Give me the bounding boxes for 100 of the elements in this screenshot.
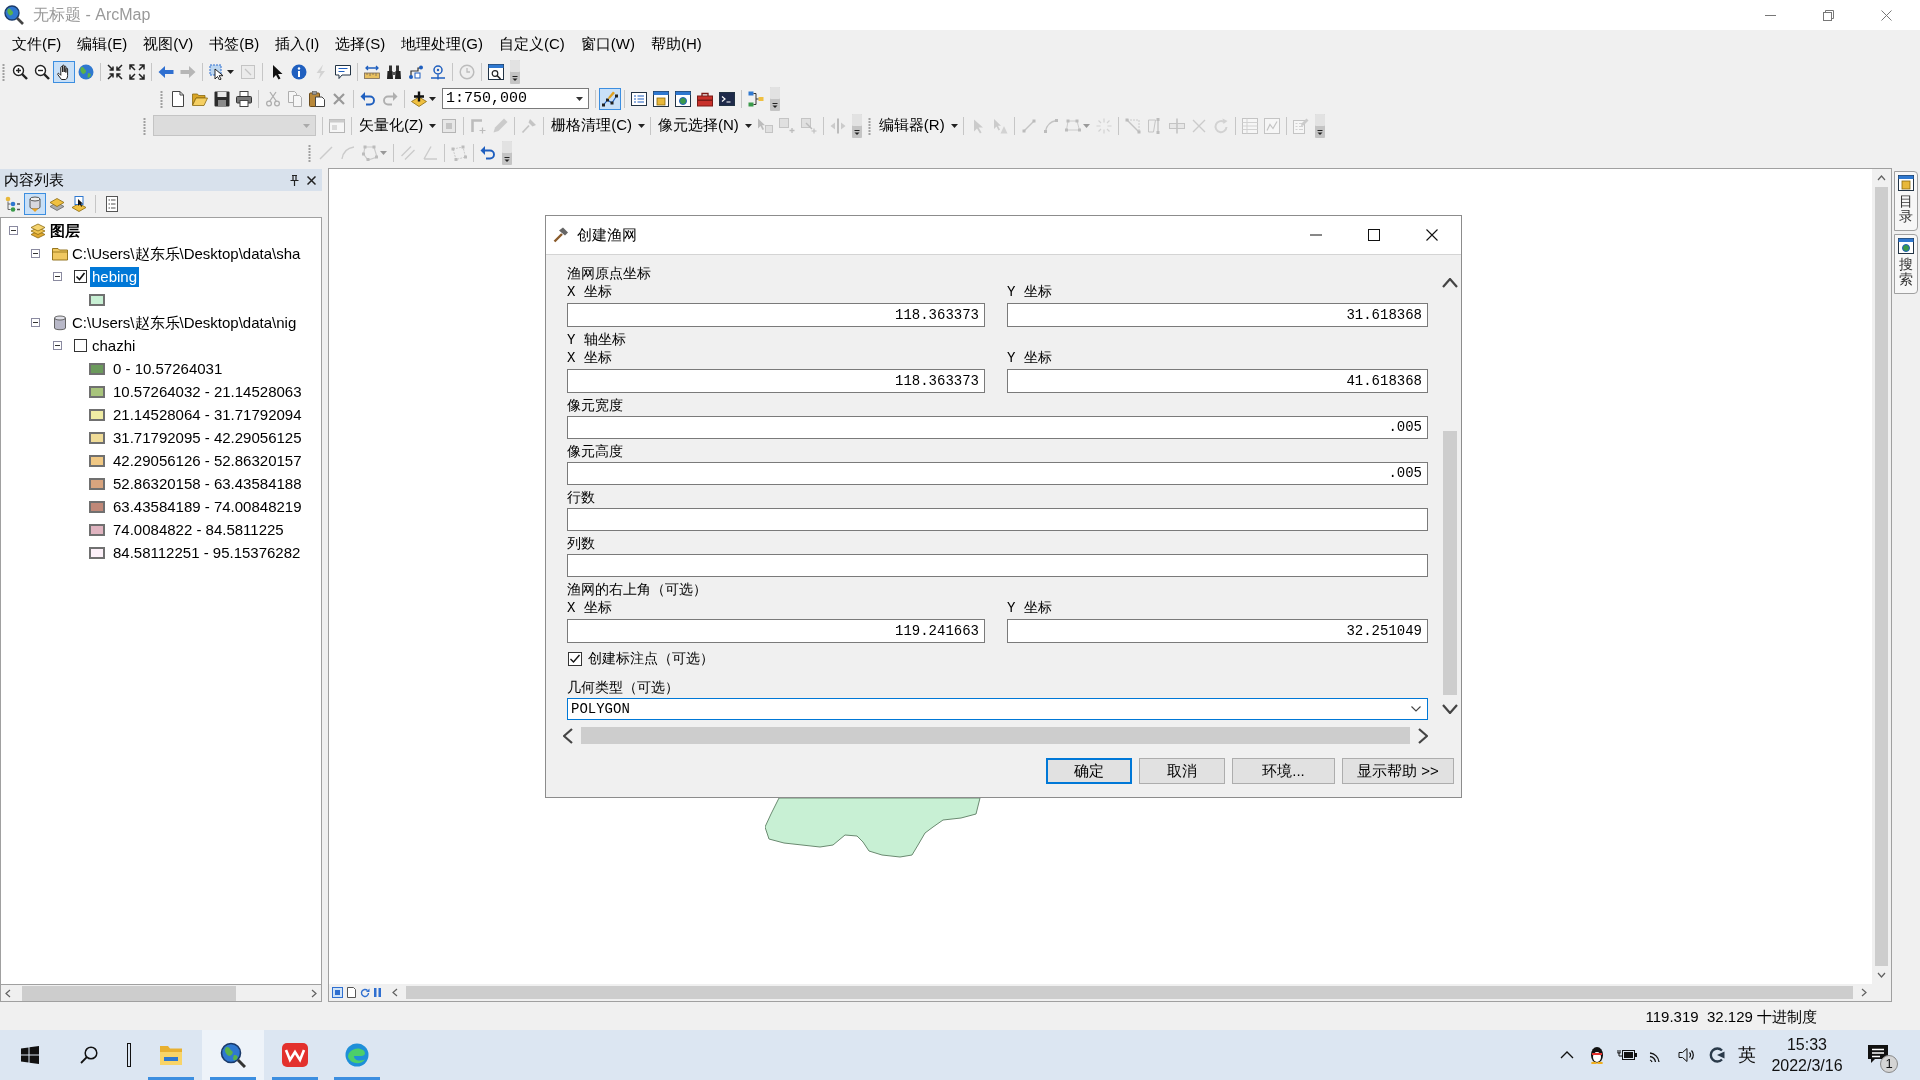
hammer-icon[interactable] bbox=[553, 227, 569, 243]
checkbox[interactable] bbox=[568, 652, 582, 666]
list-window-icon[interactable] bbox=[631, 90, 647, 107]
info-icon[interactable] bbox=[291, 63, 307, 80]
refresh-icon[interactable] bbox=[360, 987, 370, 998]
target-icon[interactable] bbox=[430, 63, 446, 80]
speech-bubble-icon[interactable] bbox=[335, 63, 351, 80]
globe-window-icon[interactable] bbox=[675, 90, 691, 107]
minus-box-icon[interactable] bbox=[31, 249, 40, 258]
toolbar-menu[interactable]: 编辑器(R) bbox=[874, 114, 960, 137]
close-icon[interactable] bbox=[307, 175, 316, 185]
scroll-right-icon[interactable] bbox=[311, 988, 317, 998]
input-field[interactable]: 31.618368 bbox=[1007, 303, 1428, 327]
side-tab[interactable]: 目录 bbox=[1894, 171, 1918, 231]
grip-icon[interactable] bbox=[160, 89, 163, 108]
dropdown-tab-icon[interactable] bbox=[770, 86, 780, 111]
menu-item[interactable]: 帮助(H) bbox=[643, 32, 710, 56]
scrollbar-thumb[interactable] bbox=[581, 727, 1410, 744]
taskbar-app[interactable] bbox=[202, 1030, 264, 1080]
input-field[interactable] bbox=[567, 554, 1428, 577]
windows-logo-icon[interactable] bbox=[21, 1046, 39, 1064]
page-icon[interactable] bbox=[347, 987, 356, 998]
connected-nodes-icon[interactable] bbox=[408, 63, 424, 80]
dialog-button[interactable]: 确定 bbox=[1046, 758, 1132, 784]
list-icon[interactable] bbox=[104, 196, 120, 212]
hand-icon[interactable] bbox=[53, 60, 75, 83]
input-field[interactable]: .005 bbox=[567, 416, 1428, 439]
dialog-button[interactable]: 显示帮助 >> bbox=[1342, 758, 1454, 784]
undo-icon[interactable] bbox=[480, 144, 496, 161]
layer-name[interactable]: chazhi bbox=[90, 335, 138, 356]
menu-item[interactable]: 插入(I) bbox=[267, 32, 328, 56]
grip-icon[interactable] bbox=[2, 62, 5, 81]
layer-name[interactable]: hebing bbox=[90, 266, 140, 287]
binoculars-icon[interactable] bbox=[386, 63, 402, 80]
chevron-up-icon[interactable] bbox=[1560, 1051, 1574, 1059]
minus-box-icon[interactable] bbox=[9, 226, 18, 235]
minus-box-icon[interactable] bbox=[53, 272, 62, 281]
dropdown-tab-icon[interactable] bbox=[851, 113, 862, 138]
pause-icon[interactable] bbox=[374, 988, 381, 997]
input-field[interactable]: 41.618368 bbox=[1007, 369, 1428, 393]
caret-icon[interactable] bbox=[744, 123, 752, 128]
input-field[interactable]: 32.251049 bbox=[1007, 619, 1428, 643]
scroll-right-icon[interactable] bbox=[1418, 727, 1428, 744]
menu-item[interactable]: 书签(B) bbox=[201, 32, 268, 56]
dropdown-tab-icon[interactable] bbox=[510, 59, 520, 84]
caret-icon[interactable] bbox=[1411, 706, 1421, 712]
minus-box-icon[interactable] bbox=[53, 341, 62, 350]
scrollbar-thumb[interactable] bbox=[22, 985, 236, 1001]
pencil-polyline-icon[interactable] bbox=[599, 87, 621, 110]
restore-icon[interactable] bbox=[1823, 9, 1834, 21]
scroll-down-icon[interactable] bbox=[1877, 972, 1886, 978]
source-path[interactable]: C:\Users\赵东乐\Desktop\data\nig bbox=[70, 312, 299, 333]
checkbox-label[interactable]: 创建标注点（可选） bbox=[588, 650, 714, 668]
framed-square-icon[interactable] bbox=[332, 987, 343, 998]
dialog-button[interactable]: 环境... bbox=[1232, 758, 1335, 784]
menu-item[interactable]: 编辑(E) bbox=[69, 32, 136, 56]
caret-icon[interactable] bbox=[638, 123, 645, 128]
scroll-up-icon[interactable] bbox=[1877, 175, 1886, 181]
toolbar-menu[interactable]: 矢量化(Z) bbox=[355, 114, 439, 137]
toolbar-menu[interactable]: 栅格清理(C) bbox=[547, 114, 647, 137]
printer-icon[interactable] bbox=[236, 90, 252, 107]
penguin-icon[interactable] bbox=[1590, 1046, 1604, 1064]
caret-icon[interactable] bbox=[429, 96, 436, 101]
dropdown-tab-icon[interactable] bbox=[1314, 113, 1325, 138]
input-field[interactable] bbox=[567, 508, 1428, 531]
cabinet-window-icon[interactable] bbox=[653, 90, 669, 107]
dropdown-tab-icon[interactable] bbox=[502, 140, 512, 165]
source-path[interactable]: C:\Users\赵东乐\Desktop\data\sha bbox=[70, 243, 303, 264]
grip-icon[interactable] bbox=[308, 143, 311, 162]
zoom-in-icon[interactable] bbox=[12, 63, 28, 80]
input-method-indicator[interactable]: 英 bbox=[1738, 1043, 1756, 1067]
menu-item[interactable]: 地理处理(G) bbox=[393, 32, 491, 56]
open-folder-icon[interactable] bbox=[192, 90, 208, 107]
layers-icon[interactable] bbox=[49, 196, 65, 212]
maximize-icon[interactable] bbox=[1368, 229, 1380, 241]
caret-icon[interactable] bbox=[429, 123, 437, 128]
minus-box-icon[interactable] bbox=[31, 318, 40, 327]
scrollbar-thumb[interactable] bbox=[1442, 431, 1457, 695]
input-field[interactable]: .005 bbox=[567, 462, 1428, 485]
speaker-icon[interactable] bbox=[1678, 1047, 1696, 1063]
ruler-icon[interactable] bbox=[364, 63, 380, 80]
menu-item[interactable]: 视图(V) bbox=[135, 32, 202, 56]
input-field[interactable]: 118.363373 bbox=[567, 369, 985, 393]
left-arrow-icon[interactable] bbox=[158, 63, 174, 80]
pin-icon[interactable] bbox=[290, 174, 299, 186]
checkbox[interactable] bbox=[74, 339, 87, 352]
taskbar-clock[interactable]: 15:33 2022/3/16 bbox=[1762, 1030, 1852, 1080]
pointer-layer-icon[interactable] bbox=[71, 196, 87, 212]
undo-icon[interactable] bbox=[360, 90, 376, 107]
grip-icon[interactable] bbox=[143, 116, 146, 135]
data-frame-name[interactable]: 图层 bbox=[48, 220, 82, 241]
menu-item[interactable]: 窗口(W) bbox=[572, 32, 643, 56]
dialog-button[interactable]: 取消 bbox=[1139, 758, 1225, 784]
caret-icon[interactable] bbox=[950, 123, 958, 128]
dots-tree-icon[interactable] bbox=[5, 196, 21, 212]
toolbox-icon[interactable] bbox=[697, 90, 713, 107]
scroll-right-icon[interactable] bbox=[1861, 988, 1867, 997]
menu-item[interactable]: 选择(S) bbox=[327, 32, 394, 56]
terminal-window-icon[interactable] bbox=[719, 90, 735, 107]
menu-item[interactable]: 自定义(C) bbox=[491, 32, 573, 56]
